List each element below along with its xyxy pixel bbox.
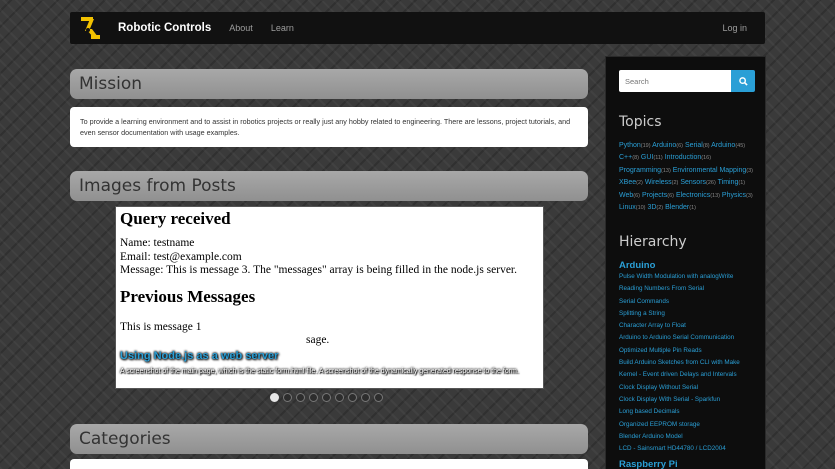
- carousel-indicator[interactable]: [296, 393, 305, 402]
- topic-count: (2): [636, 180, 643, 187]
- topic-count: (2): [671, 180, 679, 187]
- hierarchy-item[interactable]: Character Array to Float: [619, 320, 765, 332]
- slide-heading-previous: Previous Messages: [120, 286, 256, 306]
- carousel-indicator[interactable]: [322, 393, 331, 402]
- topic-link[interactable]: Environmental Mapping: [673, 167, 747, 174]
- topic-link[interactable]: Arduino: [711, 142, 735, 149]
- topic-count: (6): [633, 192, 641, 199]
- topic-count: (45): [735, 143, 746, 149]
- topic-link[interactable]: Serial: [685, 142, 703, 149]
- images-heading: Images from Posts: [70, 171, 588, 201]
- topic-link[interactable]: GUI: [641, 154, 653, 161]
- carousel-indicator[interactable]: [335, 393, 344, 402]
- topic-link[interactable]: Linux: [619, 204, 636, 211]
- image-carousel[interactable]: Query received Name: testname Email: tes…: [115, 206, 544, 389]
- hierarchy-heading: Hierarchy: [619, 234, 687, 250]
- slide-line-message: Message: This is message 3. The "message…: [120, 264, 518, 276]
- topic-count: (8): [702, 143, 710, 149]
- topic-link[interactable]: Electronics: [676, 192, 710, 199]
- topic-count: (13): [661, 167, 671, 174]
- topic-link[interactable]: Sensors: [680, 179, 706, 186]
- sidebar: Topics Python(19) Arduino(6) Serial(8) A…: [605, 56, 766, 469]
- topic-link[interactable]: Introduction: [665, 154, 702, 161]
- topic-count: (1): [689, 205, 696, 212]
- topics-heading: Topics: [619, 114, 662, 130]
- topic-link[interactable]: Python: [619, 142, 641, 149]
- topic-link[interactable]: Projects: [642, 192, 667, 199]
- carousel-indicator[interactable]: [374, 393, 383, 402]
- topic-count: (16): [701, 155, 712, 162]
- search-icon: [738, 76, 748, 86]
- categories-heading: Categories: [70, 424, 588, 454]
- topic-link[interactable]: XBee: [619, 179, 636, 186]
- hierarchy-item[interactable]: Arduino to Arduino Serial Communication: [619, 332, 765, 344]
- topic-count: (2): [656, 205, 664, 212]
- carousel-indicator[interactable]: [270, 393, 279, 402]
- topic-count: (6): [676, 143, 684, 149]
- navbar: Robotic Controls About Learn Log in: [70, 12, 765, 44]
- topic-count: (26): [706, 180, 716, 187]
- topic-link[interactable]: Physics: [722, 192, 746, 199]
- hierarchy-item[interactable]: LCD - Sainsmart HD44780 / LCD2004: [619, 443, 765, 455]
- topic-count: (10): [635, 205, 646, 212]
- topic-link[interactable]: Blender: [665, 204, 689, 211]
- categories-panel: [70, 459, 588, 469]
- carousel-indicator[interactable]: [283, 393, 292, 402]
- slide-line-email: Email: test@example.com: [120, 250, 242, 263]
- hierarchy-item[interactable]: Clock Display Without Serial: [619, 382, 765, 394]
- topic-count: (3): [746, 167, 754, 174]
- topic-link[interactable]: Programming: [619, 167, 661, 174]
- topic-count: (1): [738, 180, 746, 187]
- topic-link[interactable]: Web: [619, 192, 633, 199]
- slide-heading-query: Query received: [120, 209, 231, 228]
- topic-count: (13): [710, 192, 720, 199]
- hierarchy-item[interactable]: Long based Decimals: [619, 406, 765, 418]
- topic-count: (8): [632, 155, 639, 162]
- carousel-indicators: [270, 393, 383, 402]
- carousel-caption-text: A screenshot of the main page, which is …: [120, 368, 519, 375]
- hierarchy-item[interactable]: Splitting a String: [619, 308, 765, 320]
- slide-line-name: Name: testname: [120, 237, 195, 249]
- topic-link[interactable]: C++: [619, 154, 632, 161]
- carousel-indicator[interactable]: [361, 393, 370, 402]
- robot-arm-logo-icon[interactable]: [80, 15, 102, 41]
- hierarchy-item[interactable]: Organized EEPROM storage: [619, 419, 765, 431]
- topic-count: (11): [653, 155, 663, 162]
- topic-link[interactable]: Wireless: [645, 179, 672, 186]
- topic-link[interactable]: Arduino: [652, 142, 676, 149]
- topics-list: Python(19) Arduino(6) Serial(8) Arduino(…: [619, 140, 759, 214]
- hierarchy-item[interactable]: Serial Commands: [619, 296, 765, 308]
- topic-link[interactable]: Timing: [718, 179, 739, 186]
- carousel-caption-title[interactable]: Using Node.js as a web server: [120, 350, 278, 362]
- hierarchy-item[interactable]: Reading Numbers From Serial: [619, 283, 765, 295]
- carousel-indicator[interactable]: [348, 393, 357, 402]
- slide-line-message2: sage.: [306, 334, 330, 346]
- brand-title[interactable]: Robotic Controls: [118, 22, 211, 34]
- hierarchy-item[interactable]: Kernel - Event driven Delays and Interva…: [619, 369, 765, 381]
- hierarchy-item[interactable]: Clock Display With Serial - Sparkfun: [619, 394, 765, 406]
- hierarchy-category-arduino[interactable]: Arduino: [619, 260, 765, 271]
- mission-panel: To provide a learning environment and to…: [70, 107, 588, 147]
- hierarchy-category-raspberry-pi[interactable]: Raspberry Pi: [619, 459, 765, 469]
- topic-count: (6): [667, 192, 674, 199]
- hierarchy-item[interactable]: Build Arduino Sketches from CLI with Mak…: [619, 357, 765, 369]
- slide-line-message1: This is message 1: [120, 320, 202, 333]
- mission-text: To provide a learning environment and to…: [80, 117, 571, 138]
- search-form: [619, 70, 755, 92]
- nav-about-link[interactable]: About: [229, 23, 253, 33]
- hierarchy-item[interactable]: Blender Arduino Model: [619, 431, 765, 443]
- carousel-indicator[interactable]: [309, 393, 318, 402]
- hierarchy-item[interactable]: Optimized Multiple Pin Reads: [619, 345, 765, 357]
- topic-count: (3): [746, 192, 753, 199]
- search-input[interactable]: [619, 70, 731, 92]
- topic-count: (19): [640, 143, 651, 149]
- hierarchy-item[interactable]: Pulse Width Modulation with analogWrite: [619, 271, 765, 283]
- login-link[interactable]: Log in: [722, 23, 747, 33]
- nav-learn-link[interactable]: Learn: [271, 23, 294, 33]
- search-button[interactable]: [731, 70, 755, 92]
- hierarchy-list: Arduino Pulse Width Modulation with anal…: [619, 260, 765, 469]
- mission-heading: Mission: [70, 69, 588, 99]
